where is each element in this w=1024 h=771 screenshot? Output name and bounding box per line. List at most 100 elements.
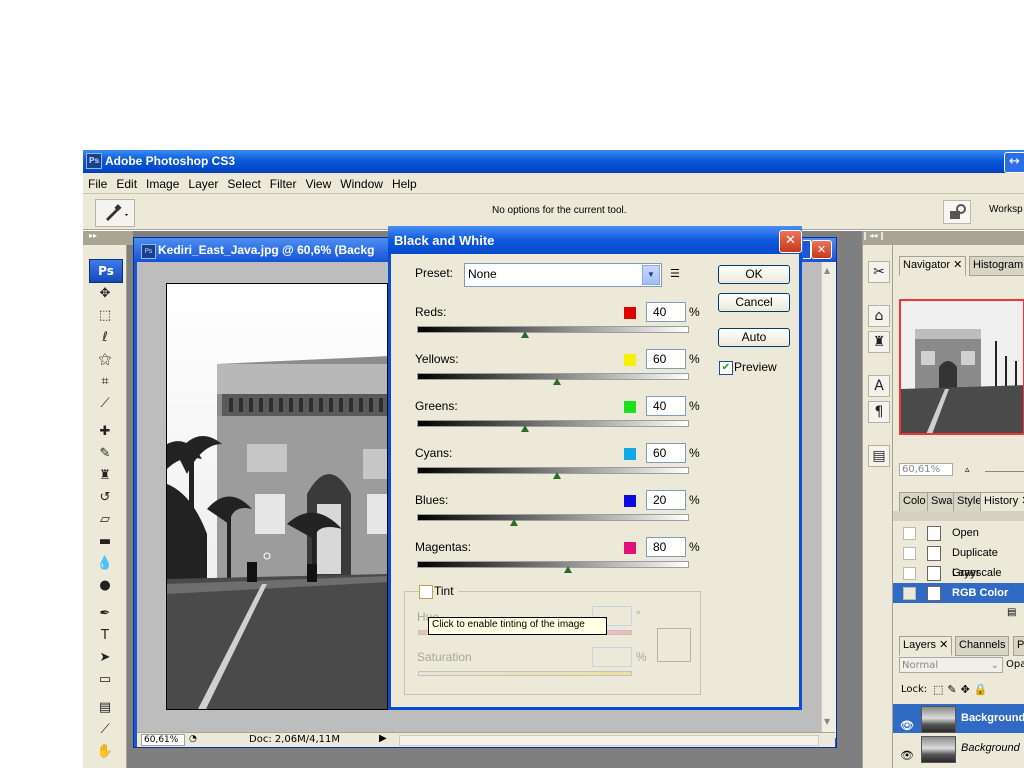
status-menu-icon[interactable]: ◔ xyxy=(189,734,197,744)
history-item[interactable]: Open xyxy=(893,523,1024,543)
tab-history[interactable]: History ✕ xyxy=(980,492,1024,512)
navigator-zoom-slider[interactable] xyxy=(985,471,1024,472)
clone-stamp-tool-icon[interactable]: ♜ xyxy=(95,467,115,485)
status-arrow-icon[interactable]: ▶ xyxy=(379,733,387,744)
move-tool-icon[interactable]: ✥ xyxy=(95,285,115,303)
blues-slider-thumb[interactable] xyxy=(510,519,519,526)
history-item-selected[interactable]: RGB Color xyxy=(893,583,1024,603)
healing-brush-tool-icon[interactable]: ✚ xyxy=(95,423,115,441)
zoom-out-icon[interactable]: ▵ xyxy=(965,465,970,475)
menu-filter[interactable]: Filter xyxy=(265,173,301,191)
saturation-slider[interactable] xyxy=(418,671,632,676)
eyedropper-tool-icon[interactable]: ⟋ xyxy=(95,721,115,739)
greens-input[interactable]: 40 xyxy=(646,396,686,416)
blues-input[interactable]: 20 xyxy=(646,490,686,510)
navigator-zoom-field[interactable]: 60,61% xyxy=(899,463,953,476)
preset-select[interactable]: None ▼ xyxy=(464,263,662,287)
preview-checkbox[interactable]: ✔ xyxy=(719,361,733,375)
pen-tool-icon[interactable]: ✒ xyxy=(95,605,115,623)
toolbox-logo[interactable]: Ps xyxy=(89,259,123,283)
clone-source-icon[interactable]: ♜ xyxy=(868,331,890,353)
greens-slider[interactable] xyxy=(417,420,689,427)
document-close-icon[interactable]: ✕ xyxy=(811,240,832,259)
magentas-input[interactable]: 80 xyxy=(646,537,686,557)
switch-icon[interactable]: ↔ xyxy=(1004,152,1024,173)
scroll-down-icon[interactable]: ▼ xyxy=(824,717,830,726)
eraser-tool-icon[interactable]: ▱ xyxy=(95,511,115,529)
tool-preset-picker[interactable] xyxy=(95,199,135,227)
preset-options-icon[interactable]: ☰ xyxy=(670,267,680,280)
layer-row[interactable]: 👁 Background xyxy=(893,734,1024,763)
menu-view[interactable]: View xyxy=(300,173,335,191)
layer-row-selected[interactable]: 👁 Background xyxy=(893,704,1024,733)
menu-select[interactable]: Select xyxy=(222,173,264,191)
auto-button[interactable]: Auto xyxy=(718,328,790,347)
path-selection-tool-icon[interactable]: ➤ xyxy=(95,649,115,667)
tab-color[interactable]: Colo xyxy=(899,492,930,512)
tab-layers[interactable]: Layers ✕ xyxy=(899,636,953,656)
zoom-field[interactable]: 60,61% xyxy=(141,734,185,746)
paragraph-icon[interactable]: ¶ xyxy=(868,401,890,423)
navigator-preview[interactable] xyxy=(899,299,1024,435)
cyans-slider-thumb[interactable] xyxy=(553,472,562,479)
notes-tool-icon[interactable]: ▤ xyxy=(95,699,115,717)
tint-checkbox[interactable] xyxy=(419,585,433,599)
history-brush-tool-icon[interactable]: ↺ xyxy=(95,489,115,507)
yellows-input[interactable]: 60 xyxy=(646,349,686,369)
tab-paths[interactable]: P xyxy=(1013,636,1024,656)
menu-image[interactable]: Image xyxy=(141,173,183,191)
slice-tool-icon[interactable]: ⟋ xyxy=(95,395,115,413)
dodge-tool-icon[interactable]: ● xyxy=(95,577,115,595)
document-minimize-button[interactable] xyxy=(803,240,811,259)
lasso-tool-icon[interactable]: ℓ xyxy=(95,329,115,347)
dialog-close-icon[interactable]: ✕ xyxy=(779,230,802,253)
crop-tool-icon[interactable]: ⌗ xyxy=(95,373,115,391)
menu-help[interactable]: Help xyxy=(387,173,421,191)
layer-comps-icon[interactable]: ▤ xyxy=(868,445,890,467)
menu-edit[interactable]: Edit xyxy=(111,173,141,191)
document-vertical-scrollbar[interactable]: ▲ ▼ xyxy=(821,262,836,738)
tab-navigator[interactable]: Navigator ✕ xyxy=(899,256,967,276)
menu-window[interactable]: Window xyxy=(335,173,387,191)
workspace-icon[interactable] xyxy=(943,200,971,224)
magentas-slider-thumb[interactable] xyxy=(564,566,573,573)
tint-color-swatch[interactable] xyxy=(657,628,691,662)
reds-slider[interactable] xyxy=(417,326,689,333)
character-icon[interactable]: A xyxy=(868,375,890,397)
brush-tool-icon[interactable]: ✎ xyxy=(95,445,115,463)
tools-icon[interactable]: ✂ xyxy=(868,261,890,283)
magic-wand-tool-icon[interactable]: ⚝ xyxy=(95,351,115,369)
history-menu-icon[interactable]: ▤ xyxy=(1007,607,1016,618)
history-item[interactable]: Grayscale xyxy=(893,563,1024,583)
marquee-tool-icon[interactable]: ⬚ xyxy=(95,307,115,325)
greens-slider-thumb[interactable] xyxy=(521,425,529,432)
eye-icon[interactable]: 👁 xyxy=(900,742,914,771)
dialog-title-bar[interactable]: Black and White xyxy=(388,226,802,254)
history-snapshot-row[interactable] xyxy=(893,511,1024,521)
workspace-label[interactable]: Worksp xyxy=(989,204,1023,215)
cyans-input[interactable]: 60 xyxy=(646,443,686,463)
saturation-input[interactable] xyxy=(592,647,632,667)
type-tool-icon[interactable]: T xyxy=(95,627,115,645)
cancel-button[interactable]: Cancel xyxy=(718,293,790,312)
blues-slider[interactable] xyxy=(417,514,689,521)
brushes-icon[interactable]: ⌂ xyxy=(868,305,890,327)
toolbox-header[interactable]: ▸▸ xyxy=(83,231,133,245)
ok-button[interactable]: OK xyxy=(718,265,790,284)
scroll-up-icon[interactable]: ▲ xyxy=(824,266,830,275)
history-item[interactable]: Duplicate Layer xyxy=(893,543,1024,579)
chevron-down-icon[interactable]: ▼ xyxy=(642,265,660,285)
lock-icons[interactable]: ⬚✎✥🔒 xyxy=(933,683,992,696)
dock-header[interactable]: ‖ ◂◂ ‖ xyxy=(863,231,893,245)
hand-tool-icon[interactable]: ✋ xyxy=(95,743,115,761)
reds-input[interactable]: 40 xyxy=(646,302,686,322)
menu-file[interactable]: File xyxy=(83,173,111,191)
reds-slider-thumb[interactable] xyxy=(521,331,529,338)
blur-tool-icon[interactable]: 💧 xyxy=(95,555,115,573)
shape-tool-icon[interactable]: ▭ xyxy=(95,671,115,689)
yellows-slider-thumb[interactable] xyxy=(553,378,562,385)
menu-layer[interactable]: Layer xyxy=(183,173,222,191)
blend-mode-select[interactable]: Normal ⌄ xyxy=(899,657,1003,673)
tab-channels[interactable]: Channels xyxy=(955,636,1010,656)
gradient-tool-icon[interactable]: ▬ xyxy=(95,533,115,551)
